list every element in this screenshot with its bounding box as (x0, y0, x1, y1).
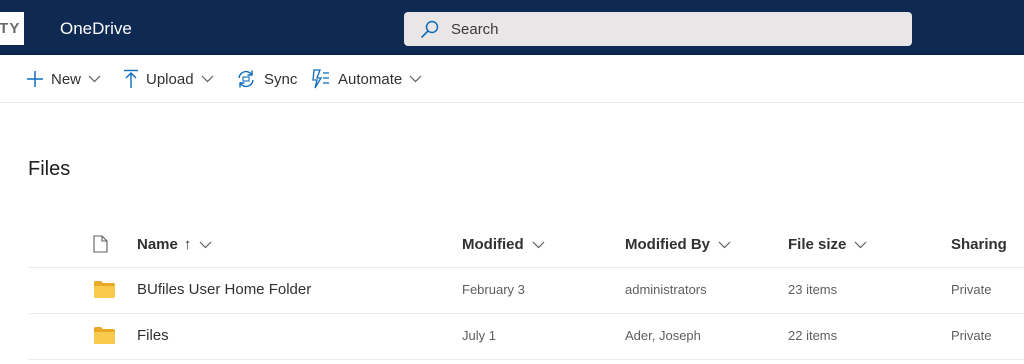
sync-label: Sync (264, 70, 298, 88)
sync-button[interactable]: Sync (235, 67, 297, 91)
plus-icon (27, 71, 43, 87)
chevron-down-icon (718, 241, 731, 248)
modified-date: July 1 (462, 328, 496, 343)
chevron-down-icon (199, 241, 212, 248)
chevron-down-icon (409, 75, 422, 83)
search-placeholder: Search (451, 21, 499, 38)
column-header-sharing-label: Sharing (951, 236, 1007, 253)
column-header-file-size-label: File size (788, 236, 847, 253)
column-header-modified-by-label: Modified By (625, 236, 710, 253)
file-name[interactable]: Files (137, 327, 169, 344)
upload-button[interactable]: Upload (123, 67, 214, 91)
search-box[interactable]: Search (404, 12, 912, 46)
automate-label: Automate (338, 70, 403, 88)
suite-bar: ITY OneDrive Search (0, 0, 1024, 55)
sort-ascending-icon: ↑ (183, 236, 192, 253)
chevron-down-icon (854, 241, 867, 248)
chevron-down-icon (532, 241, 545, 248)
modified-date: February 3 (462, 282, 525, 297)
sync-icon (238, 70, 254, 88)
upload-arrow-icon (124, 69, 138, 88)
org-logo[interactable]: ITY (0, 12, 24, 45)
sharing-status: Private (951, 282, 992, 297)
column-header-modified-by[interactable]: Modified By (625, 236, 731, 253)
new-button[interactable]: New (26, 67, 101, 91)
chevron-down-icon (88, 75, 101, 83)
automate-button[interactable]: Automate (311, 67, 422, 91)
command-bar: New Upload Sync Automate (0, 57, 1024, 103)
column-header-name[interactable]: Name ↑ (137, 236, 212, 253)
upload-label: Upload (146, 70, 194, 88)
sharing-status: Private (951, 328, 992, 343)
file-size: 22 items (788, 328, 838, 343)
column-header-modified-label: Modified (462, 236, 524, 253)
column-header-name-label: Name (137, 236, 178, 253)
folder-icon (94, 327, 115, 344)
search-icon (421, 20, 439, 38)
page-title: Files (28, 158, 71, 180)
automate-icon (312, 69, 329, 89)
column-header-sharing[interactable]: Sharing (951, 236, 1007, 253)
folder-icon (94, 281, 115, 298)
table-row[interactable]: Files July 1 Ader, Joseph 22 items Priva… (28, 314, 1024, 360)
table-row[interactable]: BUfiles User Home Folder February 3 admi… (28, 268, 1024, 314)
modified-by: administrators (625, 282, 707, 297)
app-name[interactable]: OneDrive (60, 19, 132, 39)
column-header-modified[interactable]: Modified (462, 236, 545, 253)
file-size: 23 items (788, 282, 838, 297)
file-name[interactable]: BUfiles User Home Folder (137, 281, 311, 298)
modified-by: Ader, Joseph (625, 328, 701, 343)
column-header-file-size[interactable]: File size (788, 236, 867, 253)
org-logo-text: ITY (0, 20, 21, 37)
new-label: New (51, 70, 82, 88)
chevron-down-icon (201, 75, 213, 83)
file-type-icon[interactable] (93, 235, 108, 253)
